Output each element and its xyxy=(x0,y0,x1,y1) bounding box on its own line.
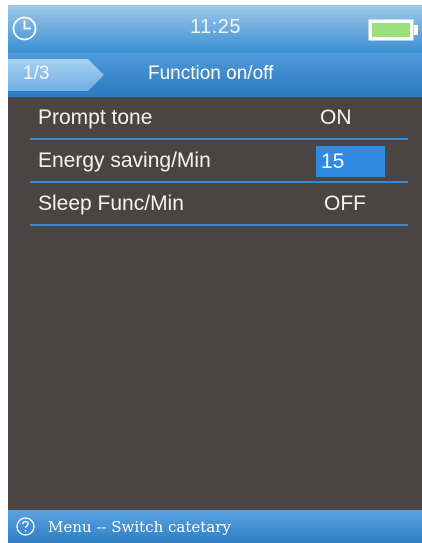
menu-item-value: ON xyxy=(320,106,352,129)
menu-list: Prompt tone ON Energy saving/Min 15 Slee… xyxy=(30,97,408,226)
status-bar: 11:25 xyxy=(8,5,422,53)
title-bar: 1/3 Function on/off xyxy=(8,53,422,97)
menu-item-label: Energy saving/Min xyxy=(38,149,211,172)
energy-saving-value-field[interactable]: 15 xyxy=(316,146,385,177)
menu-item-sleep-func[interactable]: Sleep Func/Min OFF xyxy=(30,183,408,226)
battery-icon xyxy=(368,19,420,41)
menu-item-prompt-tone[interactable]: Prompt tone ON xyxy=(30,97,408,140)
status-time: 11:25 xyxy=(189,16,242,38)
help-circle-icon xyxy=(16,517,35,536)
bottom-bar: Menu -- Switch catetary xyxy=(8,510,422,543)
menu-item-label: Prompt tone xyxy=(38,106,153,129)
menu-item-value: OFF xyxy=(324,192,366,215)
screen-title: Function on/off xyxy=(148,63,274,84)
device-screen: 11:25 1/3 Function on/off Prompt tone ON… xyxy=(8,5,422,543)
page-tab: 1/3 xyxy=(8,59,108,91)
help-hint-text: Menu -- Switch catetary xyxy=(48,518,231,536)
menu-item-energy-saving[interactable]: Energy saving/Min 15 xyxy=(30,140,408,183)
menu-item-label: Sleep Func/Min xyxy=(38,192,184,215)
page-indicator: 1/3 xyxy=(23,63,50,84)
